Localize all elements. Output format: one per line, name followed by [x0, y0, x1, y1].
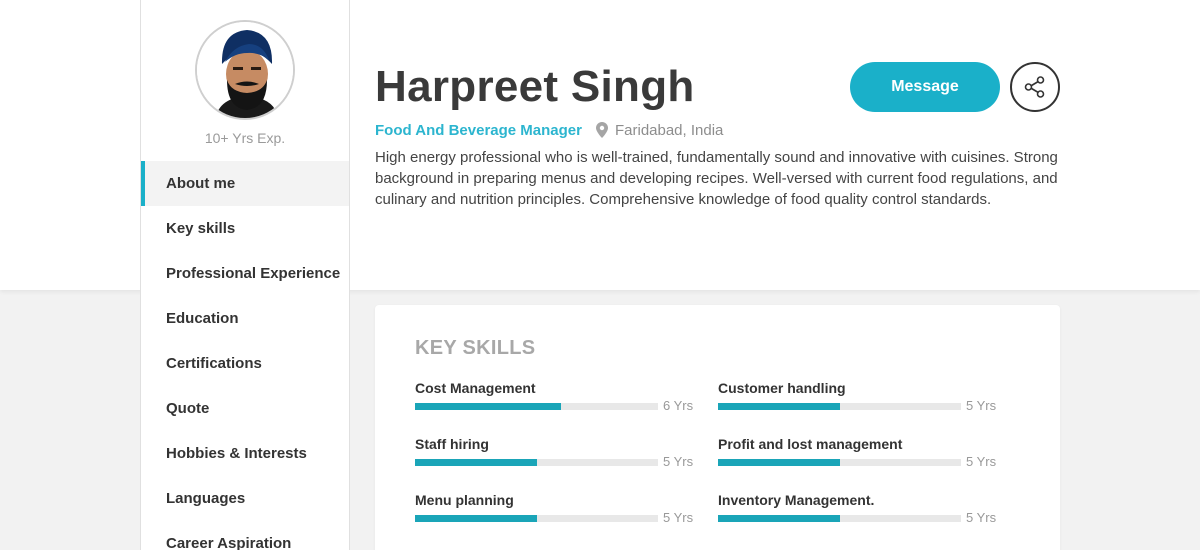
skill-name: Cost Management: [415, 380, 536, 396]
nav-item-education[interactable]: Education: [141, 296, 349, 341]
location-text: Faridabad, India: [614, 121, 724, 139]
experience-label: 10+ Yrs Exp.: [204, 130, 286, 146]
skill-years: 5 Yrs: [966, 510, 997, 525]
share-button[interactable]: [1010, 62, 1060, 112]
nav-item-hobbies-interests[interactable]: Hobbies & Interests: [141, 431, 349, 476]
nav-item-languages[interactable]: Languages: [141, 476, 349, 521]
job-title: Food And Beverage Manager: [375, 121, 582, 139]
message-button[interactable]: Message: [850, 62, 1000, 112]
skill-name: Staff hiring: [415, 436, 489, 452]
skill-item: Menu planning 5 Yrs: [415, 492, 695, 532]
profile-nav: About me Key skills Professional Experie…: [141, 161, 349, 550]
skill-years: 5 Yrs: [663, 454, 694, 469]
skill-bar-fill: [415, 403, 561, 410]
skill-bar-track: [718, 515, 961, 522]
share-icon: [1024, 76, 1045, 98]
skill-item: Cost Management 6 Yrs: [415, 380, 695, 420]
nav-item-key-skills[interactable]: Key skills: [141, 206, 349, 251]
nav-item-career-aspiration[interactable]: Career Aspiration: [141, 521, 349, 550]
key-skills-card: KEY SKILLS Cost Management 6 Yrs Custome…: [375, 305, 1060, 550]
skill-name: Menu planning: [415, 492, 514, 508]
key-skills-title: KEY SKILLS: [415, 337, 536, 359]
skill-bar-fill: [718, 459, 840, 466]
skill-bar-track: [415, 515, 658, 522]
nav-item-professional-experience[interactable]: Professional Experience: [141, 251, 349, 296]
skill-bar-track: [718, 403, 961, 410]
skill-name: Inventory Management.: [718, 492, 875, 508]
nav-item-certifications[interactable]: Certifications: [141, 341, 349, 386]
skill-item: Customer handling 5 Yrs: [718, 380, 998, 420]
nav-item-quote[interactable]: Quote: [141, 386, 349, 431]
profile-bio: High energy professional who is well-tra…: [375, 149, 1058, 208]
skill-bar-fill: [718, 403, 840, 410]
skill-years: 5 Yrs: [966, 454, 997, 469]
profile-name: Harpreet Singh: [375, 62, 695, 111]
avatar: [195, 20, 295, 120]
skill-years: 5 Yrs: [966, 398, 997, 413]
skill-bar-track: [718, 459, 961, 466]
sidebar: 10+ Yrs Exp. About me Key skills Profess…: [140, 0, 350, 550]
skill-bar-fill: [415, 459, 537, 466]
skill-bar-track: [415, 403, 658, 410]
avatar-image: [197, 22, 293, 118]
role-location-row: Food And Beverage Manager Faridabad, Ind…: [375, 120, 723, 140]
nav-item-about-me[interactable]: About me: [141, 161, 349, 206]
skill-years: 5 Yrs: [663, 510, 694, 525]
skill-name: Profit and lost management: [718, 436, 903, 452]
skill-bar-track: [415, 459, 658, 466]
map-pin-icon: [595, 122, 608, 138]
skill-item: Inventory Management. 5 Yrs: [718, 492, 998, 532]
skill-years: 6 Yrs: [663, 398, 694, 413]
skill-item: Staff hiring 5 Yrs: [415, 436, 695, 476]
skill-bar-fill: [718, 515, 840, 522]
skill-item: Profit and lost management 5 Yrs: [718, 436, 998, 476]
skill-bar-fill: [415, 515, 537, 522]
skill-name: Customer handling: [718, 380, 846, 396]
